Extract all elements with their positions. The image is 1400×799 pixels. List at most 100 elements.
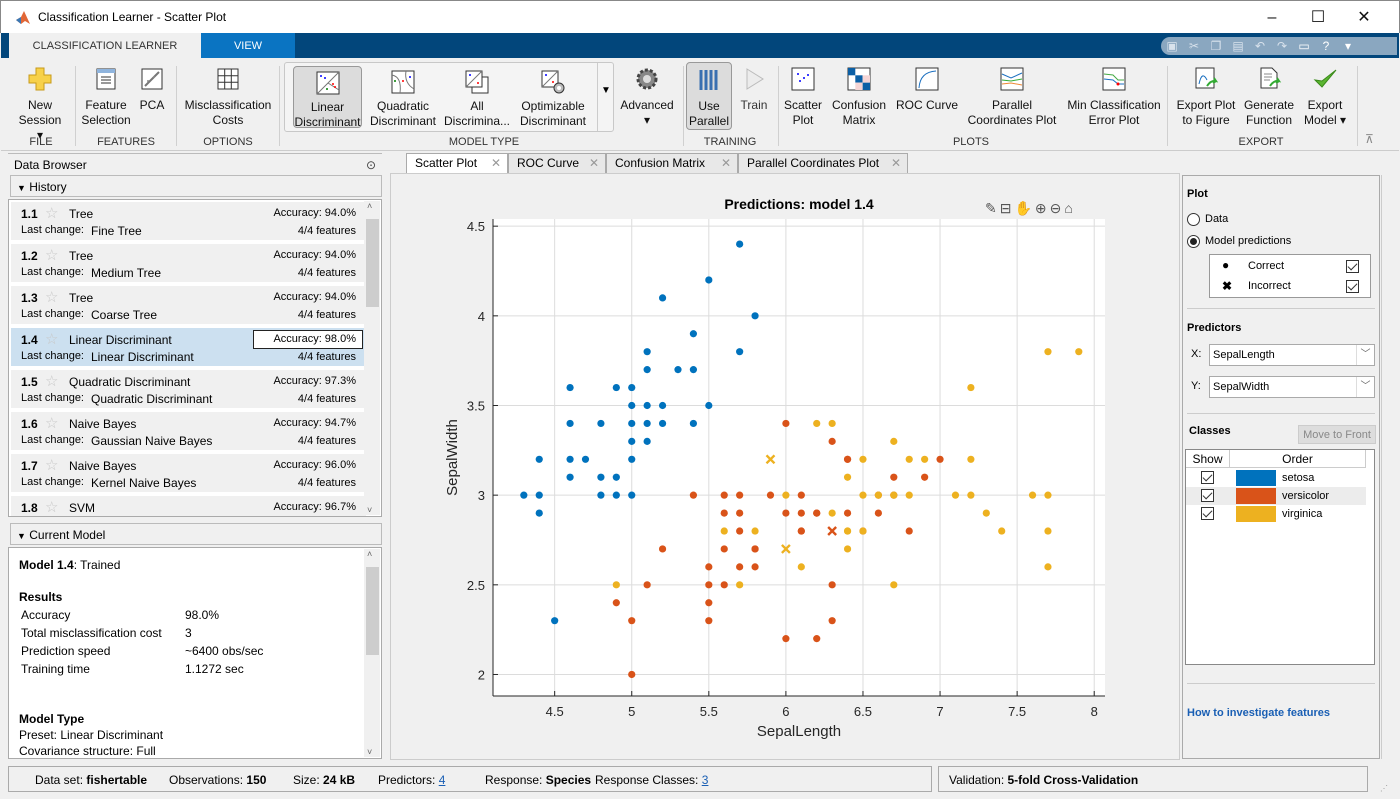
class-show-checkbox[interactable]	[1201, 489, 1214, 502]
history-item-1-8[interactable]: 1.8 ☆ SVM Accuracy: 96.7%	[11, 496, 366, 516]
point-virginica[interactable]	[782, 491, 790, 499]
point-versicolor[interactable]	[628, 617, 636, 625]
point-versicolor[interactable]	[612, 599, 620, 607]
save-icon[interactable]: ▣	[1161, 37, 1183, 55]
point-versicolor[interactable]	[905, 527, 913, 535]
star-icon[interactable]: ☆	[45, 414, 58, 432]
point-setosa[interactable]	[689, 419, 698, 428]
point-versicolor[interactable]	[828, 581, 836, 589]
parallel-coordinates-button[interactable]: Parallel Coordinates Plot	[964, 62, 1060, 128]
point-setosa[interactable]	[566, 419, 574, 428]
class-show-checkbox[interactable]	[1201, 507, 1214, 520]
point-versicolor[interactable]	[843, 509, 852, 517]
point-setosa[interactable]	[736, 348, 744, 356]
history-item-1-1[interactable]: 1.1 ☆ Tree Last change: Fine Tree Accuracy: 9…	[11, 202, 366, 242]
point-virginica[interactable]	[797, 563, 805, 571]
pan-hand-icon[interactable]: ✋	[1014, 200, 1034, 216]
tab-scatter-plot[interactable]: Scatter Plot ✕	[406, 153, 508, 173]
collapse-ribbon-icon[interactable]: ⊼	[1365, 132, 1374, 146]
point-versicolor[interactable]	[890, 473, 898, 481]
point-virginica[interactable]	[1044, 527, 1052, 535]
export-plot-button[interactable]: Export Plot to Figure	[1173, 62, 1239, 128]
point-setosa[interactable]	[658, 419, 667, 428]
redo-icon[interactable]: ↷	[1271, 37, 1293, 55]
copy-icon[interactable]: ❐	[1205, 37, 1227, 55]
roc-curve-button[interactable]: ROC Curve	[894, 62, 960, 113]
point-versicolor[interactable]	[736, 491, 744, 499]
tab-parallel-coordinates[interactable]: Parallel Coordinates Plot ✕	[738, 153, 908, 173]
point-setosa[interactable]	[658, 401, 667, 410]
point-virginica[interactable]	[1044, 491, 1052, 499]
feature-selection-button[interactable]: Feature Selection	[81, 62, 131, 128]
point-versicolor[interactable]	[813, 509, 821, 517]
minimize-button[interactable]: –	[1249, 5, 1295, 31]
point-setosa[interactable]	[628, 455, 636, 463]
brush-icon[interactable]: ✎	[985, 200, 1000, 216]
train-button[interactable]: Train	[735, 62, 773, 113]
point-versicolor[interactable]	[921, 473, 929, 481]
home-icon[interactable]: ⌂	[1064, 200, 1075, 216]
point-virginica[interactable]	[890, 491, 898, 499]
use-parallel-button[interactable]: Use Parallel	[686, 62, 732, 130]
point-virginica[interactable]	[982, 509, 990, 517]
point-setosa[interactable]	[674, 366, 682, 374]
point-versicolor[interactable]	[658, 545, 667, 553]
point-versicolor[interactable]	[936, 455, 944, 463]
point-versicolor[interactable]	[766, 491, 775, 499]
class-row-virginica[interactable]: virginica	[1186, 505, 1366, 523]
point-setosa[interactable]	[705, 276, 713, 284]
confusion-matrix-button[interactable]: Confusion Matrix	[829, 62, 889, 128]
incorrect-checkbox[interactable]	[1346, 280, 1359, 293]
point-virginica[interactable]	[843, 527, 852, 535]
new-session-button[interactable]: New Session ▾	[17, 62, 63, 143]
point-versicolor[interactable]	[751, 563, 759, 571]
history-header[interactable]: ▼ History	[10, 175, 382, 197]
resize-grip-icon[interactable]: ⋰	[1380, 784, 1388, 793]
help-link[interactable]: How to investigate features	[1187, 707, 1330, 719]
close-tab-icon[interactable]: ✕	[589, 154, 599, 173]
point-virginica[interactable]	[1028, 491, 1037, 499]
data-tips-icon[interactable]: ⊟	[1000, 200, 1015, 216]
point-setosa[interactable]	[520, 491, 528, 499]
tab-confusion-matrix[interactable]: Confusion Matrix ✕	[606, 153, 738, 173]
point-virginica[interactable]	[843, 545, 852, 553]
y-predictor-select[interactable]: SepalWidth ﹀	[1209, 376, 1375, 398]
point-virginica[interactable]	[1044, 563, 1052, 571]
predictors-link[interactable]: 4	[439, 773, 446, 787]
model-predictions-radio[interactable]	[1187, 235, 1200, 248]
history-item-1-6[interactable]: 1.6 ☆ Naive Bayes Last change: Gaussian Naiv…	[11, 412, 366, 452]
response-classes-link[interactable]: 3	[702, 773, 709, 787]
all-discriminants-button[interactable]: All Discrimina...	[443, 66, 511, 129]
menu-icon[interactable]: ▾	[1337, 37, 1359, 55]
history-item-1-7[interactable]: 1.7 ☆ Naive Bayes Last change: Kernel Naive …	[11, 454, 366, 494]
undo-icon[interactable]: ↶	[1249, 37, 1271, 55]
point-virginica[interactable]	[951, 491, 960, 499]
point-virginica[interactable]	[1075, 348, 1083, 356]
help-icon[interactable]: ?	[1315, 37, 1337, 55]
point-setosa[interactable]	[643, 401, 651, 410]
point-virginica[interactable]	[921, 455, 929, 463]
star-icon[interactable]: ☆	[45, 498, 58, 516]
misclassification-costs-button[interactable]: Misclassification Costs	[181, 62, 275, 128]
point-versicolor[interactable]	[797, 527, 805, 535]
export-model-button[interactable]: Export Model ▾	[1299, 62, 1351, 128]
point-virginica[interactable]	[751, 527, 759, 535]
correct-checkbox[interactable]	[1346, 260, 1359, 273]
point-versicolor[interactable]	[751, 545, 759, 553]
point-setosa[interactable]	[643, 437, 651, 445]
point-setosa[interactable]	[751, 312, 759, 320]
point-versicolor[interactable]	[813, 635, 821, 643]
point-versicolor[interactable]	[720, 491, 728, 499]
point-setosa[interactable]	[551, 617, 559, 625]
point-setosa[interactable]	[628, 491, 636, 499]
tab-classification-learner[interactable]: CLASSIFICATION LEARNER	[9, 33, 201, 58]
close-tab-icon[interactable]: ✕	[721, 154, 731, 173]
close-tab-icon[interactable]: ✕	[491, 154, 501, 173]
point-virginica[interactable]	[612, 581, 620, 589]
point-setosa[interactable]	[628, 419, 636, 428]
point-setosa[interactable]	[689, 366, 698, 374]
star-icon[interactable]: ☆	[45, 288, 58, 306]
point-versicolor[interactable]	[628, 670, 636, 679]
class-show-checkbox[interactable]	[1201, 471, 1214, 484]
point-setosa[interactable]	[612, 491, 620, 499]
